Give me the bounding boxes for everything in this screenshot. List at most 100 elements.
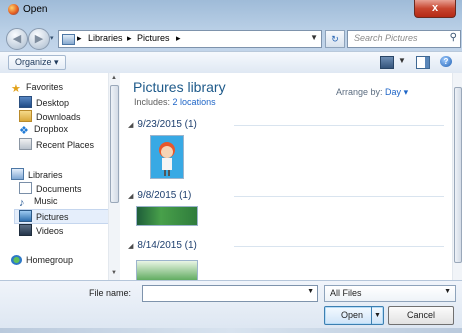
scrollbar-thumb[interactable] [110, 85, 119, 203]
breadcrumb-separator-icon[interactable]: ▸ [77, 33, 82, 44]
sidebar-item-documents[interactable]: Documents [19, 182, 82, 195]
sidebar-item-label: Favorites [26, 82, 64, 92]
title-bar: Open x [0, 0, 462, 20]
breadcrumb-libraries[interactable]: Libraries [88, 33, 123, 43]
recent-locations-chevron-icon[interactable]: ▾ [50, 34, 54, 42]
open-options-dropdown-icon[interactable]: ▼ [371, 307, 383, 324]
file-list-scrollbar[interactable] [452, 73, 462, 280]
file-name-label: File name: [89, 288, 132, 298]
sidebar-item-label: Libraries [28, 170, 63, 180]
address-bar[interactable]: ▸ Libraries ▸ Pictures ▸ ▼ [58, 30, 322, 48]
scrollbar-thumb[interactable] [454, 87, 462, 263]
group-label: 9/23/2015 (1) [137, 119, 197, 130]
star-icon: ★ [11, 83, 21, 95]
search-input[interactable]: Search Pictures ⚲ [347, 30, 461, 48]
preview-pane-icon[interactable] [416, 56, 430, 69]
pictures-icon [19, 210, 32, 222]
scroll-down-icon[interactable]: ▼ [111, 270, 117, 276]
collapse-icon[interactable]: ◢ [128, 243, 133, 250]
homegroup-icon [11, 255, 22, 265]
date-group-header[interactable]: ◢ 9/8/2015 (1) [128, 190, 444, 201]
forward-button[interactable]: ▶ [28, 28, 50, 50]
navigation-pane: ★ Favorites Desktop Downloads ❖ Dropbox Re… [0, 73, 120, 280]
sidebar-item-videos[interactable]: Videos [19, 224, 63, 237]
sidebar-item-recent-places[interactable]: Recent Places [19, 138, 94, 151]
sidebar-item-pictures[interactable]: Pictures [14, 209, 112, 224]
file-thumbnail[interactable] [136, 206, 198, 226]
file-list: Pictures library Includes: 2 locations A… [120, 73, 462, 282]
window-bottom-edge [0, 328, 462, 333]
organize-button[interactable]: Organize ▾ [8, 55, 66, 70]
sidebar-item-label: Recent Places [36, 140, 95, 150]
sidebar-libraries[interactable]: Libraries [11, 168, 63, 181]
change-view-icon[interactable] [380, 56, 394, 69]
breadcrumb-separator-icon[interactable]: ▸ [176, 33, 181, 44]
dialog-footer: File name: ▼ All Files ▼ Open ▼ Cancel [0, 280, 462, 333]
file-type-select[interactable]: All Files ▼ [324, 285, 456, 302]
dropbox-icon: ❖ [19, 125, 29, 137]
cartoon-girl-image [151, 136, 183, 178]
music-icon: ♪ [19, 197, 25, 209]
sidebar-favorites[interactable]: ★ Favorites [11, 82, 63, 95]
sidebar-item-desktop[interactable]: Desktop [19, 96, 69, 109]
group-divider [234, 246, 444, 247]
sidebar-item-dropbox[interactable]: ❖ Dropbox [19, 124, 68, 137]
scroll-up-icon[interactable]: ▲ [111, 75, 117, 81]
library-includes: Includes: 2 locations [134, 97, 216, 107]
help-icon[interactable]: ? [440, 56, 452, 67]
group-label: 8/14/2015 (1) [137, 240, 197, 251]
file-thumbnail[interactable] [136, 260, 198, 282]
file-type-dropdown-icon[interactable]: ▼ [444, 288, 451, 295]
locations-link[interactable]: 2 locations [173, 97, 216, 107]
address-dropdown-icon[interactable]: ▼ [310, 33, 318, 42]
group-label: 9/8/2015 (1) [137, 190, 192, 201]
sidebar-item-label: Pictures [36, 212, 69, 222]
window-title: Open [23, 4, 48, 15]
arrange-label: Arrange by: [336, 87, 383, 97]
sidebar-item-label: Music [34, 196, 58, 206]
date-group-header[interactable]: ◢ 8/14/2015 (1) [128, 240, 444, 251]
open-button-label: Open [341, 310, 364, 320]
navigation-scrollbar[interactable]: ▲ ▼ [108, 73, 120, 280]
arrange-value[interactable]: Day [385, 87, 401, 97]
libraries-icon [11, 168, 24, 180]
refresh-button[interactable]: ↻ [325, 30, 345, 48]
arrange-by: Arrange by: Day ▾ [336, 87, 408, 98]
sidebar-item-label: Homegroup [26, 255, 74, 265]
sidebar-item-label: Dropbox [34, 124, 69, 134]
app-icon [8, 4, 19, 15]
documents-icon [19, 182, 32, 194]
view-options-dropdown-icon[interactable]: ▼ [398, 56, 406, 65]
sidebar-item-music[interactable]: ♪ Music [19, 196, 58, 209]
open-dialog: Open x ◀ ▶ ▾ ▸ Libraries ▸ Pictures ▸ ▼ … [0, 0, 462, 333]
library-folder-icon [62, 34, 75, 45]
search-placeholder: Search Pictures [354, 33, 418, 43]
group-divider [234, 196, 444, 197]
search-icon[interactable]: ⚲ [450, 32, 457, 43]
date-group-header[interactable]: ◢ 9/23/2015 (1) [128, 119, 444, 130]
breadcrumb-pictures[interactable]: Pictures [137, 33, 170, 43]
close-button[interactable]: x [414, 0, 456, 18]
arrange-dropdown-icon[interactable]: ▾ [404, 87, 409, 97]
command-toolbar: Organize ▾ ▼ ? [0, 51, 462, 74]
sidebar-item-label: Downloads [36, 112, 81, 122]
file-thumbnail[interactable] [150, 135, 184, 179]
downloads-folder-icon [19, 110, 32, 122]
sidebar-item-label: Videos [36, 226, 64, 236]
breadcrumb-separator-icon[interactable]: ▸ [127, 33, 132, 44]
videos-icon [19, 224, 32, 236]
navigation-bar: ◀ ▶ ▾ ▸ Libraries ▸ Pictures ▸ ▼ ↻ Searc… [0, 25, 462, 51]
collapse-icon[interactable]: ◢ [128, 122, 133, 129]
library-title: Pictures library [133, 79, 226, 95]
sidebar-homegroup[interactable]: Homegroup [11, 255, 73, 268]
file-name-input[interactable]: ▼ [142, 285, 318, 302]
collapse-icon[interactable]: ◢ [128, 193, 133, 200]
open-button[interactable]: Open ▼ [324, 306, 384, 325]
back-button[interactable]: ◀ [6, 28, 28, 50]
cancel-button[interactable]: Cancel [388, 306, 454, 325]
includes-label: Includes: [134, 97, 171, 107]
recent-places-icon [19, 138, 32, 150]
desktop-icon [19, 96, 32, 108]
file-name-dropdown-icon[interactable]: ▼ [307, 288, 314, 295]
sidebar-item-downloads[interactable]: Downloads [19, 110, 81, 123]
